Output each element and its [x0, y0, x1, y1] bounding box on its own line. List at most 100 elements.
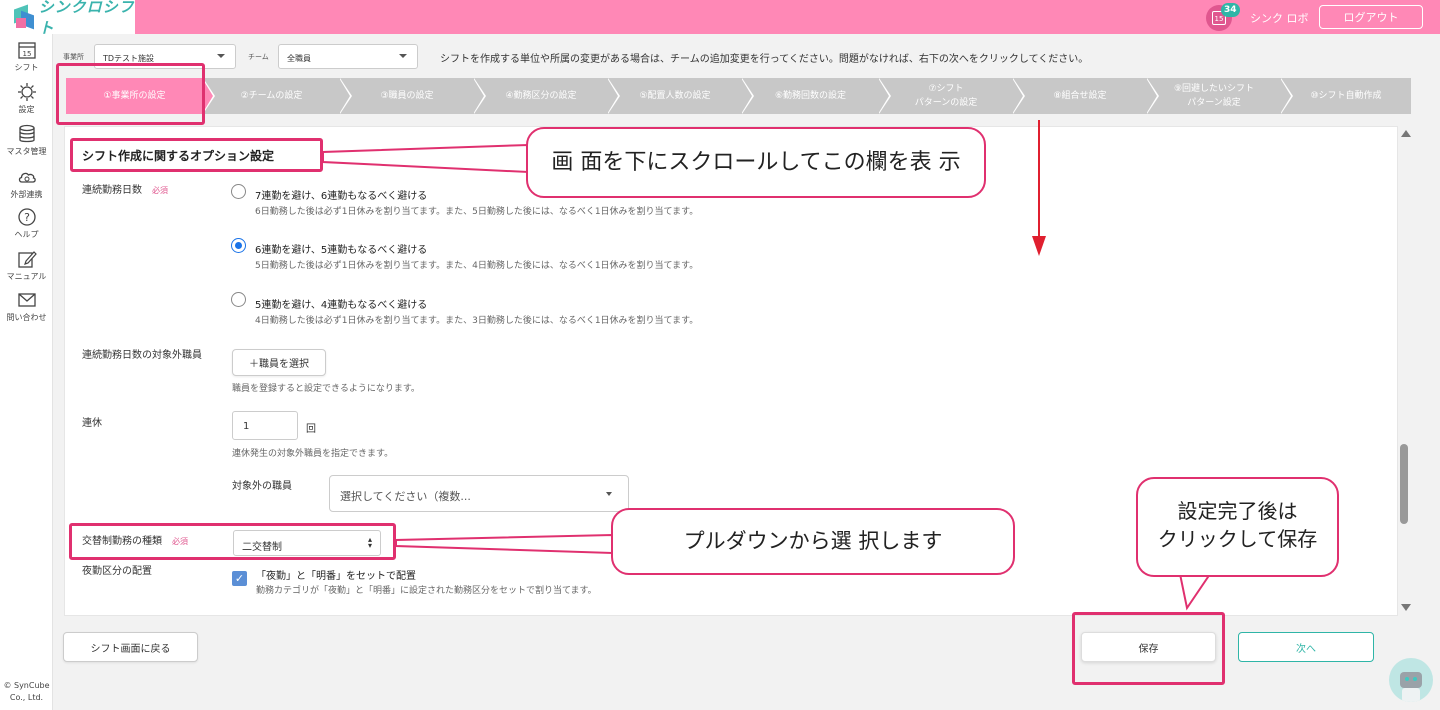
- sidebar-item-label: 外部連携: [10, 190, 43, 199]
- callout-scroll: 画 面を下にスクロールしてこの欄を表 示: [526, 127, 986, 198]
- step-label: ②チームの設定: [240, 91, 303, 101]
- sidebar-item-help[interactable]: ? ヘルプ: [0, 207, 53, 240]
- sidebar-item-shift[interactable]: 15 シフト: [0, 40, 53, 73]
- step-separator: [473, 78, 484, 114]
- team-label: チーム: [248, 53, 269, 61]
- renkyu-help: 連休発生の対象外職員を指定できます。: [232, 449, 394, 459]
- step-label: ⑥勤務回数の設定: [774, 91, 847, 101]
- callout-save-line1: 設定完了後は: [1177, 499, 1298, 523]
- app-logo[interactable]: シンクロシフト: [0, 0, 135, 37]
- instruction-text: シフトを作成する単位や所属の変更がある場合は、チームの追加変更を行ってください。…: [440, 54, 1089, 65]
- step-combination[interactable]: ⑧組合せ設定: [1013, 78, 1147, 114]
- robot-eye-icon: [1405, 677, 1409, 681]
- step-label: ③職員の設定: [380, 91, 434, 101]
- svg-text:?: ?: [24, 211, 30, 224]
- calendar-icon: 15: [17, 42, 36, 59]
- step-label: ⑩シフト自動作成: [1310, 91, 1382, 101]
- copyright-line1: © SynCube: [3, 681, 50, 690]
- setup-steps: ①事業所の設定 ②チームの設定 ③職員の設定 ④勤務区分の設定 ⑤配置人数の設定…: [66, 78, 1411, 114]
- step-work-type[interactable]: ④勤務区分の設定: [474, 78, 608, 114]
- checkbox-description: 勤務カテゴリが「夜勤」と「明番」に設定された勤務区分をセットで割り当てます。: [256, 586, 597, 596]
- scroll-up-arrow-icon[interactable]: [1401, 130, 1411, 137]
- sidebar-item-settings[interactable]: 設定: [0, 82, 53, 115]
- consecutive-days-label: 連続勤務日数 必須: [82, 181, 168, 196]
- user-name[interactable]: シンク ロボ: [1250, 10, 1309, 26]
- step-separator: [1012, 78, 1023, 114]
- team-select-value: 全職員: [287, 54, 311, 63]
- required-badge: 必須: [152, 186, 168, 195]
- sidebar-item-master[interactable]: マスタ管理: [0, 124, 53, 157]
- step-label: ⑨回避したいシフト: [1173, 84, 1255, 94]
- step-separator: [878, 78, 889, 114]
- sidebar-item-contact[interactable]: 問い合わせ: [0, 290, 53, 323]
- sidebar: 15 シフト 設定 マスタ管理 外部連携 ? ヘルプ マニュアル 問い合わせ ©…: [0, 34, 53, 710]
- mail-icon: [17, 293, 36, 307]
- highlight-step-office: [56, 63, 205, 125]
- office-select-value: TDテスト施設: [103, 54, 155, 63]
- office-label: 事業所: [63, 53, 84, 61]
- excluded-staff-help: 職員を登録すると設定できるようになります。: [232, 384, 420, 394]
- step-label: ⑧組合せ設定: [1053, 91, 1107, 101]
- option-title: 7連勤を避け、6連勤もなるべく避ける: [255, 191, 428, 202]
- select-placeholder: 選択してください（複数...: [340, 490, 471, 503]
- night-label: 夜勤区分の配置: [82, 566, 152, 577]
- chevron-down-icon: [606, 492, 612, 496]
- sidebar-item-label: マニュアル: [6, 272, 47, 281]
- highlight-section-title: [70, 138, 323, 172]
- robot-head-icon: [1400, 672, 1422, 688]
- step-team[interactable]: ②チームの設定: [203, 78, 340, 114]
- callout-save: 設定完了後は クリックして保存: [1136, 477, 1339, 577]
- renkyu-excluded-select[interactable]: 選択してください（複数...: [329, 475, 629, 512]
- sidebar-item-integration[interactable]: 外部連携: [0, 167, 53, 200]
- renkyu-excluded-label: 対象外の職員: [232, 481, 292, 492]
- logout-button[interactable]: ログアウト: [1319, 5, 1423, 29]
- radio-6days[interactable]: [231, 238, 246, 253]
- night-set-checkbox[interactable]: ✓: [232, 571, 247, 586]
- radio-7days[interactable]: [231, 184, 246, 199]
- chat-robot-button[interactable]: [1389, 658, 1433, 702]
- renkyu-count-input[interactable]: 1: [232, 411, 298, 440]
- step-auto-create[interactable]: ⑩シフト自動作成: [1281, 78, 1411, 114]
- step-separator: [1146, 78, 1157, 114]
- option-title: 6連勤を避け、5連勤もなるべく避ける: [255, 245, 428, 256]
- step-staff[interactable]: ③職員の設定: [340, 78, 474, 114]
- select-staff-button[interactable]: ＋職員を選択: [232, 349, 326, 376]
- chevron-down-icon: [399, 54, 407, 58]
- step-label: パターンの設定: [914, 98, 978, 108]
- scroll-down-arrow-icon[interactable]: [1401, 604, 1411, 611]
- gear-icon: [17, 83, 36, 101]
- sidebar-item-label: マスタ管理: [6, 147, 47, 156]
- sidebar-item-label: 設定: [18, 105, 35, 114]
- radio-5days[interactable]: [231, 292, 246, 307]
- highlight-kotai: [69, 523, 396, 560]
- copyright-line2: Co., Ltd.: [9, 693, 44, 702]
- renkyu-unit: 回: [306, 424, 316, 435]
- step-work-count[interactable]: ⑥勤務回数の設定: [742, 78, 879, 114]
- option-description: 4日勤務した後は必ず1日休みを割り当てます。また、3日勤務した後には、なるべく1…: [255, 316, 699, 326]
- copyright: © SynCube Co., Ltd.: [0, 680, 53, 704]
- option-title: 5連勤を避け、4連勤もなるべく避ける: [255, 300, 428, 311]
- check-icon: ✓: [234, 572, 245, 585]
- app-header: シンクロシフト 15 34 シンク ロボ ログアウト: [0, 0, 1440, 37]
- sidebar-item-manual[interactable]: マニュアル: [0, 249, 53, 282]
- sidebar-item-label: ヘルプ: [14, 230, 39, 239]
- callout-save-line2: クリックして保存: [1157, 527, 1318, 551]
- step-separator: [1280, 78, 1291, 114]
- notification-count-badge: 34: [1221, 3, 1240, 17]
- step-separator: [607, 78, 618, 114]
- edit-icon: [17, 251, 37, 268]
- step-placement[interactable]: ⑤配置人数の設定: [608, 78, 742, 114]
- step-shift-pattern[interactable]: ⑦シフト パターンの設定: [879, 78, 1013, 114]
- scrollbar[interactable]: [1398, 126, 1412, 616]
- next-button[interactable]: 次へ: [1238, 632, 1374, 662]
- field-label: 連続勤務日数: [82, 185, 142, 196]
- team-select[interactable]: 全職員: [278, 44, 418, 69]
- back-to-shift-button[interactable]: シフト画面に戻る: [63, 632, 198, 662]
- step-separator: [339, 78, 350, 114]
- step-avoid-pattern[interactable]: ⑨回避したいシフト パターン設定: [1147, 78, 1281, 114]
- highlight-save: [1072, 612, 1225, 685]
- sidebar-item-label: 問い合わせ: [6, 313, 47, 322]
- scrollbar-thumb[interactable]: [1400, 444, 1408, 524]
- option-description: 6日勤務した後は必ず1日休みを割り当てます。また、5日勤務した後には、なるべく1…: [255, 207, 699, 217]
- logo-text: シンクロシフト: [38, 0, 135, 37]
